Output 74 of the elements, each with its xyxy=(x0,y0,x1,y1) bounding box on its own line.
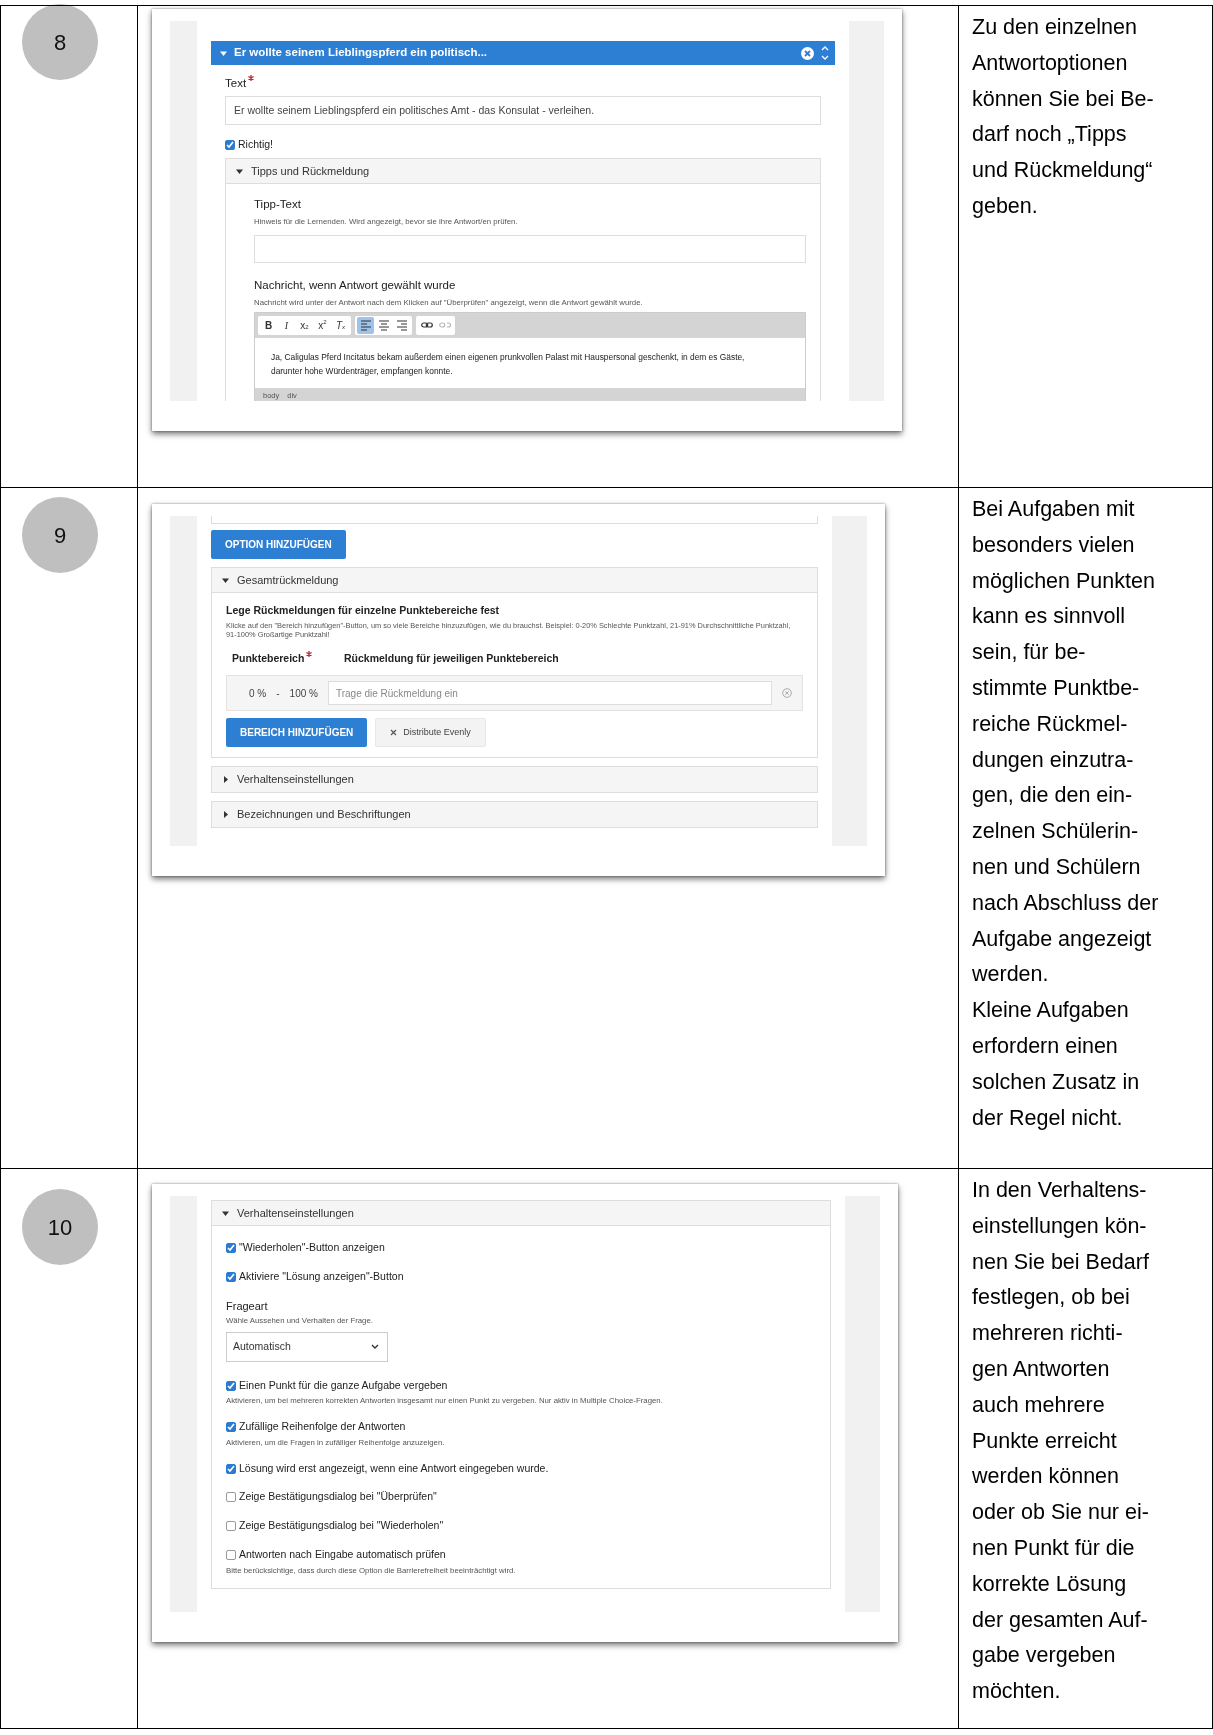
caret-icon xyxy=(236,167,243,175)
close-icon xyxy=(390,729,398,736)
checkbox-label: Antworten nach Eingabe automatisch prüfen xyxy=(239,1546,446,1562)
check-icon xyxy=(227,1423,235,1432)
field-label: Tipp-Text xyxy=(254,197,301,212)
check-icon xyxy=(227,1381,235,1390)
checkbox-label: Lösung wird erst angezeigt, wenn eine Antwort eingegeben wurde. xyxy=(239,1460,549,1476)
range-value: 100 % xyxy=(289,686,318,701)
checkbox[interactable] xyxy=(226,1492,236,1503)
description-text: In den Verhaltens- einstellungen kön- nen Sie bei Bedarf festlegen, ob bei mehreren richti- gen Antworten auch mehrere Punkte erreicht werden können oder ob Sie nur ei- nen Punkt für die korrekte Lösung der gesamten Auf- gabe vergeben möchten. xyxy=(971,1177,1150,1706)
chevron-down-icon xyxy=(371,1343,379,1350)
checkbox[interactable] xyxy=(226,1422,236,1433)
section-heading: Lege Rückmeldungen für einzelne Punktebereiche fest xyxy=(226,603,501,618)
tip-field[interactable] xyxy=(254,235,806,263)
range-value: 0 % xyxy=(249,686,267,701)
checkbox[interactable] xyxy=(225,140,235,151)
checkbox[interactable] xyxy=(226,1463,236,1474)
required-icon xyxy=(248,75,255,81)
distribute-button[interactable]: Distribute Evenly xyxy=(375,718,486,747)
description-text: Zu den einzelnen Antwortoptionen können Sie bei Be- darf noch „Tipps und Rückmeldung“ geben. xyxy=(971,14,1155,220)
checkbox-label: Zeige Bestätigungsdialog bei "Überprüfen" xyxy=(239,1489,437,1505)
format-button[interactable]: x$^{2}$ xyxy=(314,316,331,334)
panel-header[interactable]: Bezeichnungen und Beschriftungen xyxy=(212,802,817,827)
caret-icon xyxy=(222,811,229,818)
panel-header[interactable]: Verhaltenseinstellungen xyxy=(212,767,817,792)
field-label: Nachricht, wenn Antwort gewählt wurde xyxy=(254,278,456,293)
format-button[interactable]: I xyxy=(278,316,295,334)
add-range-button[interactable]: BEREICH HINZUFÜGEN xyxy=(226,718,368,747)
panel-header[interactable]: Tipps und Rückmeldung xyxy=(226,159,820,184)
range-separator: - xyxy=(276,686,280,701)
align-center-icon xyxy=(377,318,390,332)
check-icon xyxy=(226,141,234,150)
panel-title: Er wollte seinem Lieblingspferd ein politisch... xyxy=(234,45,489,61)
checkbox-label: "Wiederholen"-Button anzeigen xyxy=(239,1240,385,1255)
align-left-icon xyxy=(359,318,372,332)
check-icon xyxy=(227,1272,235,1281)
checkbox-label: Aktiviere "Lösung anzeigen"-Button xyxy=(239,1268,404,1284)
add-option-button[interactable]: OPTION HINZUFÜGEN xyxy=(211,530,346,559)
step-number: 10 xyxy=(22,1189,98,1265)
text-editor[interactable] xyxy=(254,311,806,401)
checkbox-label: Zufällige Reihenfolge der Antworten xyxy=(239,1419,406,1435)
up-down-arrows-icon[interactable] xyxy=(821,45,829,61)
caret-icon xyxy=(220,49,227,57)
feedback-field[interactable]: Trage die Rückmeldung ein xyxy=(327,681,772,705)
checkbox[interactable] xyxy=(226,1521,236,1532)
checkbox[interactable] xyxy=(226,1380,236,1391)
check-icon xyxy=(227,1464,235,1473)
checkbox[interactable] xyxy=(226,1549,236,1560)
align-right-icon xyxy=(395,318,408,332)
text-field[interactable]: Er wollte seinem Lieblingspferd ein politisches Amt - das Konsulat - verleihen. xyxy=(225,96,821,126)
column-header: Rückmeldung für jeweiligen Punktebereich xyxy=(344,651,559,667)
field-label: Text xyxy=(225,76,247,91)
column-header: Punktebereich xyxy=(232,651,305,667)
description-text: Bei Aufgaben mit besonders vielen möglichen Punkten kann es sinnvoll sein, für be- stimmte Punktbe- reiche Rückmel- dungen einzutra- gen, die den ein- zelnen Schülerin- nen und Schülern nach Abschluss der Aufgabe angezeigt werden. xyxy=(971,496,1160,989)
checkbox[interactable] xyxy=(226,1242,236,1253)
dropdown[interactable]: Automatisch xyxy=(226,1331,388,1362)
panel-header[interactable]: Er wollte seinem Lieblingspferd ein politisch... xyxy=(211,41,835,65)
checkbox[interactable] xyxy=(226,1271,236,1282)
checkbox-label: Richtig! xyxy=(238,137,273,153)
checkbox-label: Zeige Bestätigungsdialog bei "Wiederholen" xyxy=(239,1518,444,1534)
field-label: Frageart xyxy=(226,1298,269,1314)
check-icon xyxy=(227,1243,235,1252)
format-button[interactable]: B xyxy=(260,316,277,334)
panel-header[interactable]: Verhaltenseinstellungen xyxy=(212,1201,830,1226)
description-text: Kleine Aufgaben erfordern einen solchen Zusatz in der Regel nicht. xyxy=(971,997,1141,1132)
caret-icon xyxy=(222,776,229,783)
caret-icon xyxy=(222,576,229,584)
close-icon[interactable] xyxy=(801,46,814,60)
remove-icon[interactable] xyxy=(782,688,792,698)
step-number: 8 xyxy=(22,4,98,80)
step-number: 9 xyxy=(22,497,98,573)
caret-icon xyxy=(222,1209,229,1217)
panel-header[interactable]: Gesamtrückmeldung xyxy=(212,568,817,593)
checkbox-label: Einen Punkt für die ganze Aufgabe vergeben xyxy=(239,1377,448,1393)
